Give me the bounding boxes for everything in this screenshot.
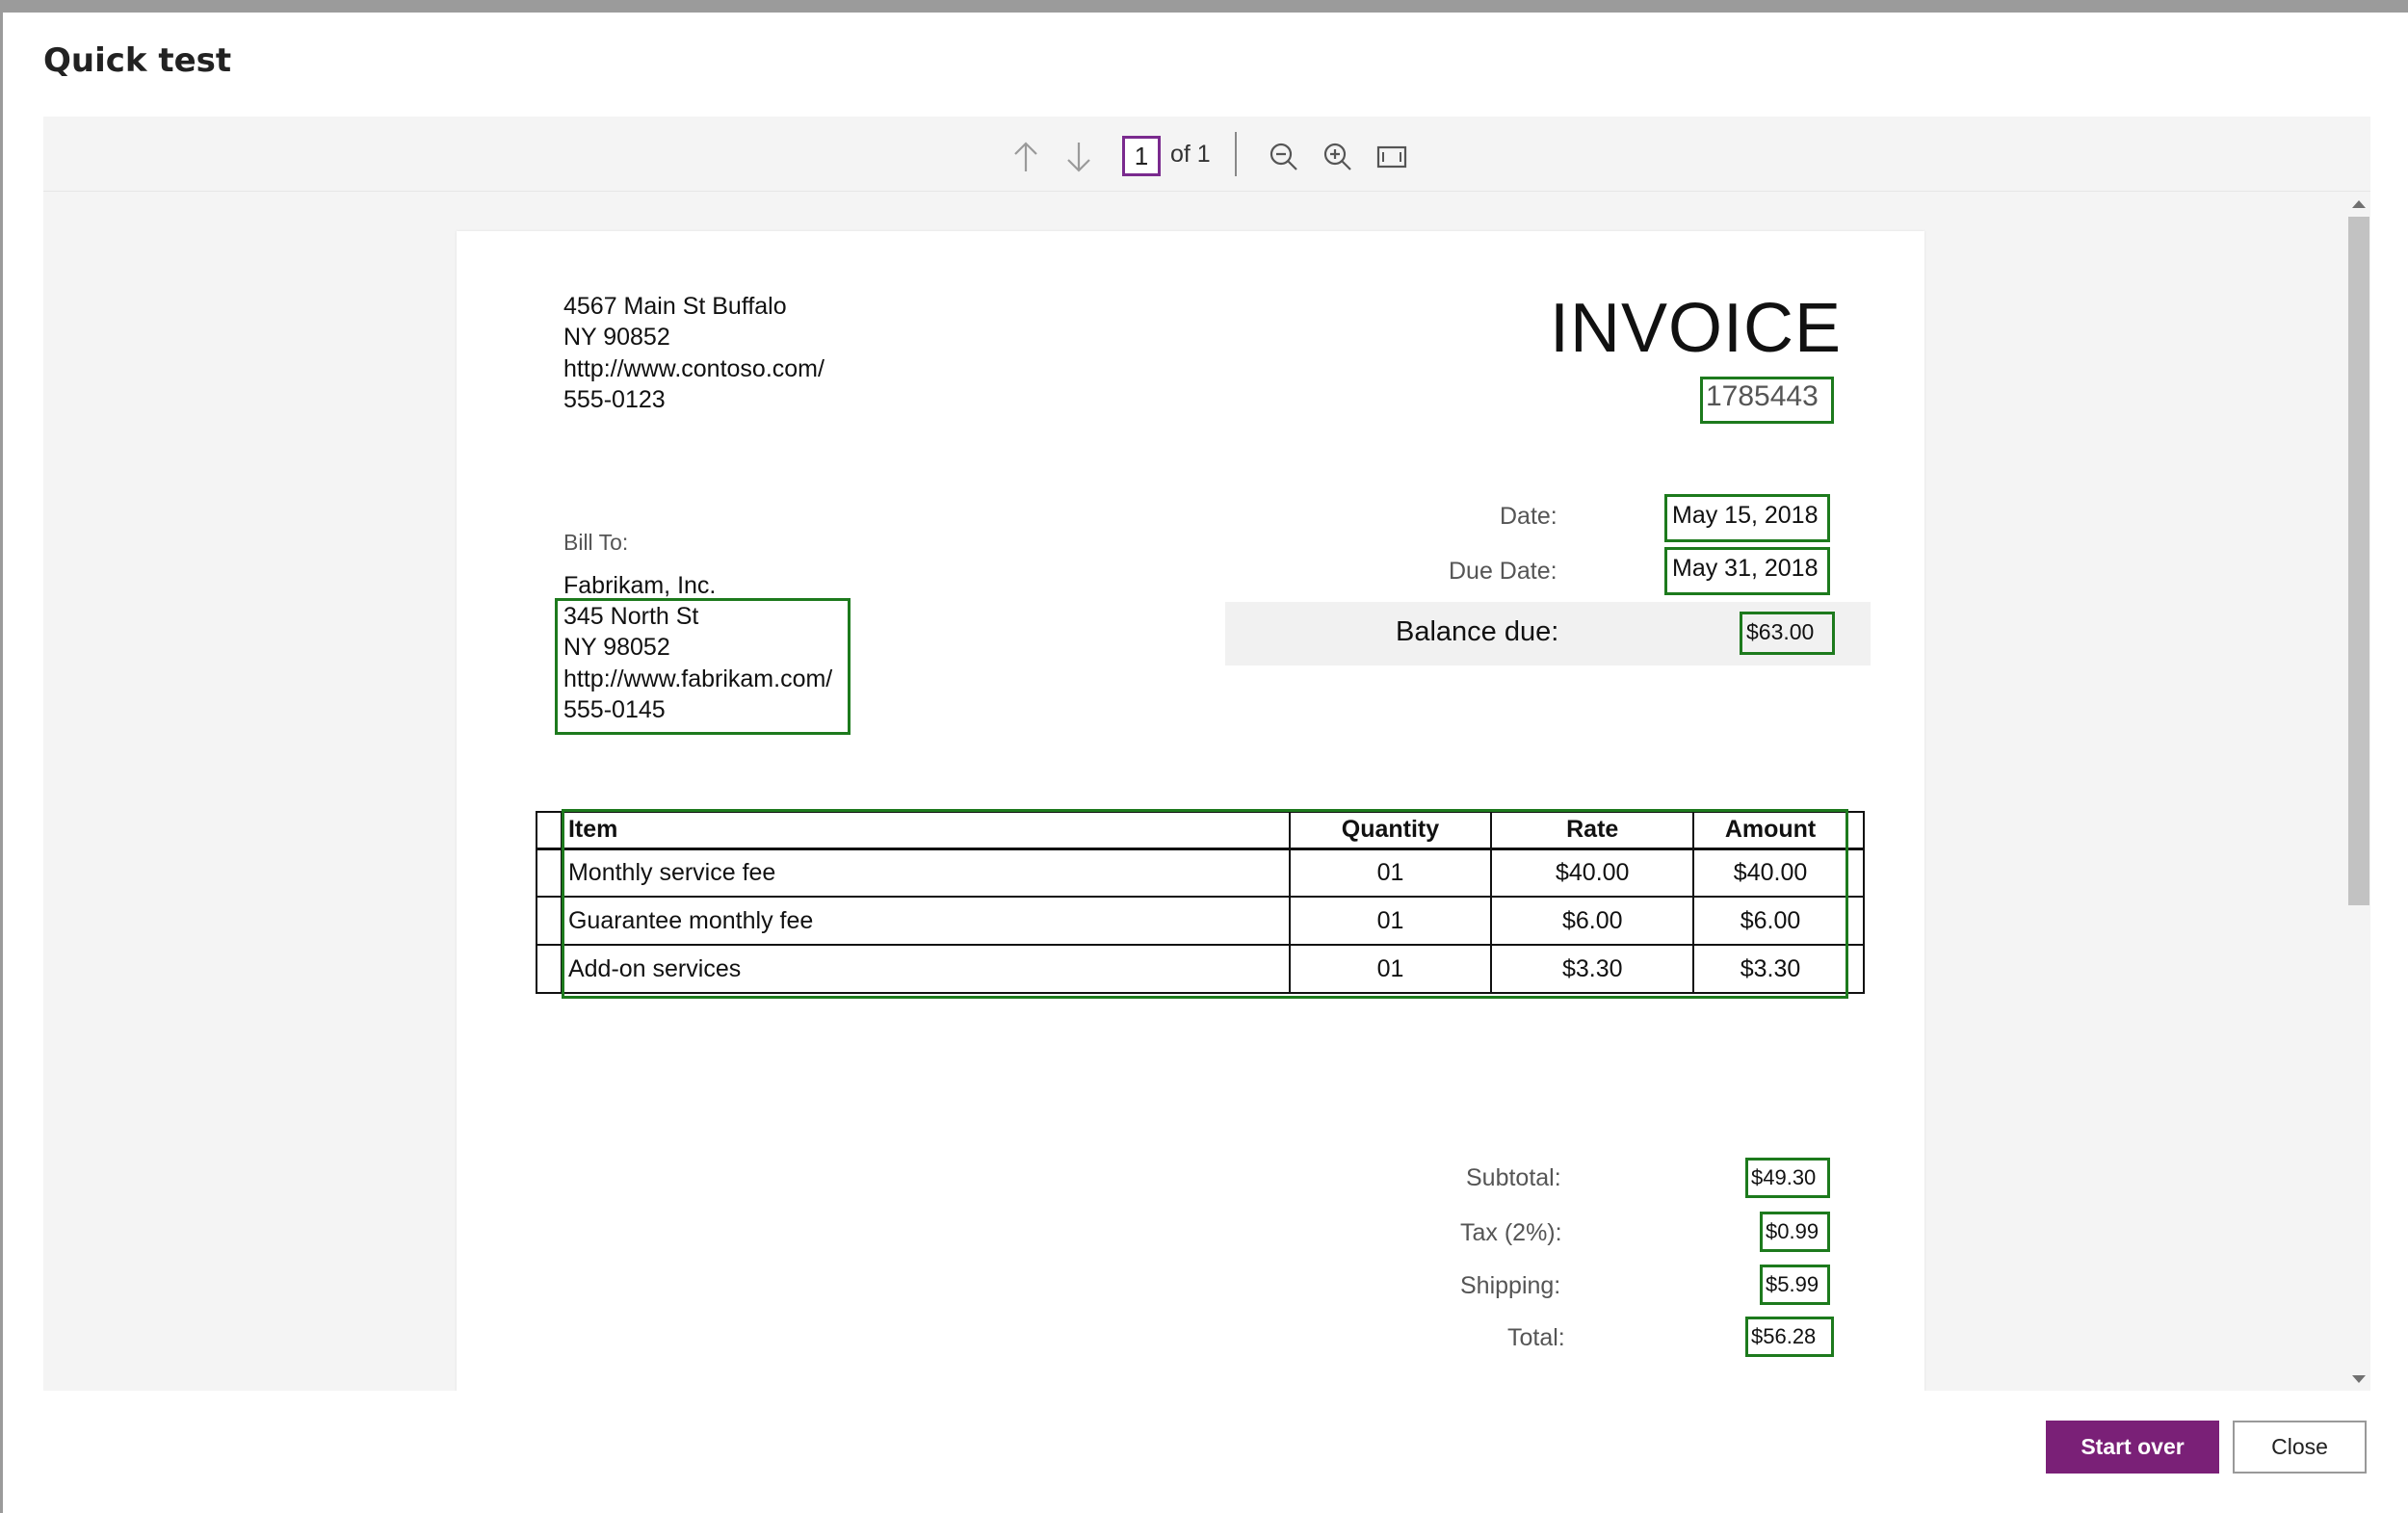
table-gutter-cell <box>1845 848 1866 898</box>
table-gutter-cell <box>1845 811 1866 850</box>
balance-due-label: Balance due: <box>1396 616 1559 647</box>
start-over-button[interactable]: Start over <box>2046 1421 2219 1474</box>
table-gutter-cell <box>536 944 563 994</box>
document-scroll-area[interactable]: 4567 Main St Buffalo NY 90852 http://www… <box>43 193 2370 1391</box>
document-viewer: 1 of 1 4567 Main St Buffalo NY 90852 htt… <box>43 117 2370 1391</box>
bill-to-address-line: 345 North St <box>563 603 699 630</box>
tax-value: $0.99 <box>1766 1219 1819 1243</box>
shipping-value: $5.99 <box>1766 1272 1819 1296</box>
table-gutter-cell <box>536 848 563 898</box>
page-count-label: of 1 <box>1170 141 1211 168</box>
scroll-up-arrow-icon[interactable] <box>2352 200 2366 208</box>
due-date-label: Due Date: <box>1449 558 1557 585</box>
scrollbar-thumb[interactable] <box>2348 217 2369 905</box>
table-gutter-cell <box>1845 896 1866 946</box>
table-gutter-cell <box>536 896 563 946</box>
date-value: May 15, 2018 <box>1672 502 1819 529</box>
vertical-scrollbar[interactable] <box>2342 193 2370 1391</box>
zoom-in-icon[interactable] <box>1319 138 1357 176</box>
bill-to-label: Bill To: <box>563 530 629 555</box>
bill-to-address-line: 555-0145 <box>563 696 666 723</box>
date-label: Date: <box>1500 503 1557 530</box>
bill-to-company: Fabrikam, Inc. <box>563 572 717 599</box>
viewer-toolbar: 1 of 1 <box>43 117 2370 192</box>
due-date-value: May 31, 2018 <box>1672 555 1819 582</box>
bill-to-address-line: http://www.fabrikam.com/ <box>563 665 833 692</box>
balance-due-value: $63.00 <box>1746 619 1815 644</box>
arrow-down-icon[interactable] <box>1060 138 1098 176</box>
shipping-label: Shipping: <box>1460 1272 1561 1299</box>
subtotal-value: $49.30 <box>1751 1165 1817 1189</box>
sender-address-line: 4567 Main St Buffalo <box>563 293 787 320</box>
line-items-table-box[interactable] <box>562 809 1848 999</box>
close-button[interactable]: Close <box>2233 1421 2367 1474</box>
sender-address-line: 555-0123 <box>563 386 666 413</box>
sender-address-line: http://www.contoso.com/ <box>563 355 824 382</box>
invoice-title: INVOICE <box>1550 290 1843 367</box>
invoice-number: 1785443 <box>1706 380 1819 412</box>
toolbar-divider <box>1235 132 1237 176</box>
tax-label: Tax (2%): <box>1460 1219 1562 1246</box>
bill-to-address-line: NY 98052 <box>563 634 670 661</box>
quick-test-dialog: Quick test 1 of 1 4567 Main St Buffalo N… <box>3 13 2408 1513</box>
scroll-down-arrow-icon[interactable] <box>2352 1375 2366 1383</box>
page-number-input[interactable]: 1 <box>1122 136 1161 176</box>
fit-page-icon[interactable] <box>1373 138 1411 176</box>
subtotal-label: Subtotal: <box>1466 1164 1561 1191</box>
arrow-up-icon[interactable] <box>1007 138 1045 176</box>
table-gutter-cell <box>536 811 563 850</box>
dialog-title: Quick test <box>43 41 232 80</box>
total-value: $56.28 <box>1751 1324 1817 1348</box>
invoice-page: 4567 Main St Buffalo NY 90852 http://www… <box>457 231 1924 1391</box>
table-gutter-cell <box>1845 944 1866 994</box>
sender-address-line: NY 90852 <box>563 324 670 351</box>
total-label: Total: <box>1507 1324 1565 1351</box>
zoom-out-icon[interactable] <box>1265 138 1303 176</box>
